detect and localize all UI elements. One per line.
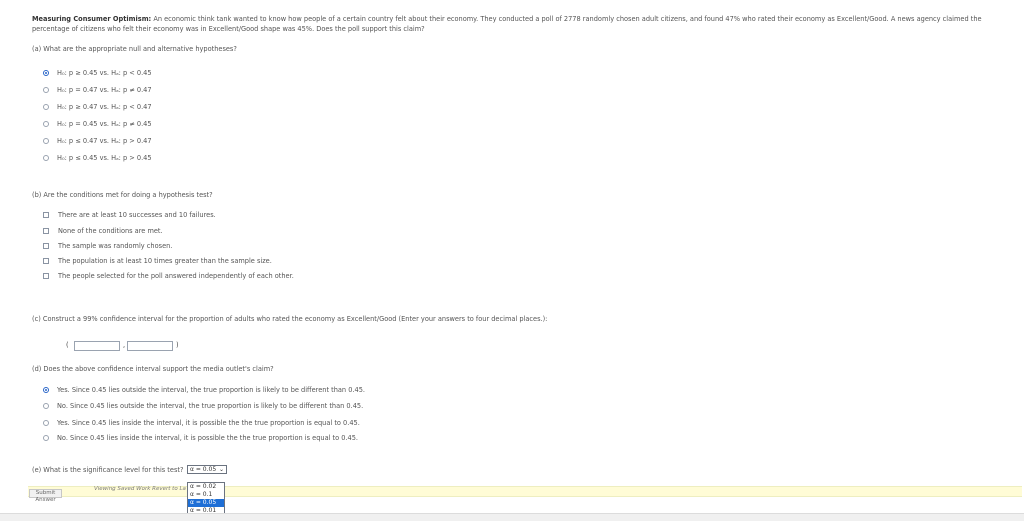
chevron-down-icon: ⌄	[218, 466, 224, 473]
radio-button[interactable]	[43, 138, 49, 144]
ci-comma: ,	[123, 341, 126, 349]
ci-open-paren: (	[66, 341, 69, 349]
option-d-3[interactable]: Yes. Since 0.45 lies inside the interval…	[43, 419, 360, 427]
dropdown-option[interactable]: α = 0.1	[188, 491, 224, 499]
radio-button[interactable]	[43, 155, 49, 161]
radio-button[interactable]	[43, 403, 49, 409]
radio-button[interactable]	[43, 435, 49, 441]
checkbox[interactable]	[43, 212, 49, 218]
option-label: There are at least 10 successes and 10 f…	[58, 211, 216, 219]
significance-selected-value: α = 0.05	[190, 466, 217, 473]
option-label: H₀: p = 0.47 vs. Hₐ: p ≠ 0.47	[57, 86, 152, 94]
checkbox[interactable]	[43, 228, 49, 234]
checkbox[interactable]	[43, 273, 49, 279]
radio-button[interactable]	[43, 87, 49, 93]
checkbox[interactable]	[43, 243, 49, 249]
significance-select[interactable]: α = 0.05 ⌄	[187, 465, 227, 474]
option-a-6[interactable]: H₀: p ≤ 0.45 vs. Hₐ: p > 0.45	[43, 154, 152, 162]
option-b-4[interactable]: The population is at least 10 times grea…	[43, 257, 272, 265]
option-label: The sample was randomly chosen.	[58, 242, 173, 250]
radio-button[interactable]	[43, 420, 49, 426]
question-a: (a) What are the appropriate null and al…	[32, 45, 237, 53]
radio-button[interactable]	[43, 387, 49, 393]
option-d-4[interactable]: No. Since 0.45 lies inside the interval,…	[43, 434, 358, 442]
radio-button[interactable]	[43, 70, 49, 76]
option-b-2[interactable]: None of the conditions are met.	[43, 227, 163, 235]
ci-upper-input[interactable]	[127, 341, 173, 351]
question-e: (e) What is the significance level for t…	[32, 466, 184, 474]
radio-button[interactable]	[43, 104, 49, 110]
option-d-1[interactable]: Yes. Since 0.45 lies outside the interva…	[43, 386, 365, 394]
option-label: The population is at least 10 times grea…	[58, 257, 272, 265]
option-label: H₀: p ≥ 0.45 vs. Hₐ: p < 0.45	[57, 69, 152, 77]
dropdown-option[interactable]: α = 0.05	[188, 499, 224, 507]
status-text: Viewing Saved Work Revert to La	[94, 486, 186, 492]
option-label: None of the conditions are met.	[58, 227, 163, 235]
checkbox[interactable]	[43, 258, 49, 264]
option-label: H₀: p ≤ 0.45 vs. Hₐ: p > 0.45	[57, 154, 152, 162]
question-d: (d) Does the above confidence interval s…	[32, 365, 274, 373]
problem-text: An economic think tank wanted to know ho…	[32, 15, 982, 33]
option-label: H₀: p ≥ 0.47 vs. Hₐ: p < 0.47	[57, 103, 152, 111]
option-a-3[interactable]: H₀: p ≥ 0.47 vs. Hₐ: p < 0.47	[43, 103, 152, 111]
option-label: H₀: p ≤ 0.47 vs. Hₐ: p > 0.47	[57, 137, 152, 145]
option-a-4[interactable]: H₀: p = 0.45 vs. Hₐ: p ≠ 0.45	[43, 120, 152, 128]
option-a-1[interactable]: H₀: p ≥ 0.45 vs. Hₐ: p < 0.45	[43, 69, 152, 77]
question-c: (c) Construct a 99% confidence interval …	[32, 315, 548, 323]
option-b-3[interactable]: The sample was randomly chosen.	[43, 242, 172, 250]
option-b-5[interactable]: The people selected for the poll answere…	[43, 272, 294, 280]
option-a-2[interactable]: H₀: p = 0.47 vs. Hₐ: p ≠ 0.47	[43, 86, 152, 94]
option-label: No. Since 0.45 lies inside the interval,…	[57, 434, 359, 442]
ci-lower-input[interactable]	[74, 341, 120, 351]
option-label: Yes. Since 0.45 lies outside the interva…	[57, 386, 365, 394]
option-d-2[interactable]: No. Since 0.45 lies outside the interval…	[43, 402, 363, 410]
ci-close-paren: )	[176, 341, 179, 349]
question-b: (b) Are the conditions met for doing a h…	[32, 191, 213, 199]
submit-answer-button[interactable]: Submit Answer	[29, 489, 62, 503]
radio-button[interactable]	[43, 121, 49, 127]
option-b-1[interactable]: There are at least 10 successes and 10 f…	[43, 211, 216, 219]
problem-statement: Measuring Consumer Optimism: An economic…	[32, 14, 1017, 34]
option-label: Yes. Since 0.45 lies inside the interval…	[57, 419, 360, 427]
dropdown-option[interactable]: α = 0.02	[188, 483, 224, 491]
option-label: The people selected for the poll answere…	[58, 272, 294, 280]
problem-title: Measuring Consumer Optimism:	[32, 15, 152, 23]
option-label: H₀: p = 0.45 vs. Hₐ: p ≠ 0.45	[57, 120, 152, 128]
significance-dropdown-list: α = 0.02 α = 0.1 α = 0.05 α = 0.01	[187, 482, 225, 516]
option-a-5[interactable]: H₀: p ≤ 0.47 vs. Hₐ: p > 0.47	[43, 137, 152, 145]
option-label: No. Since 0.45 lies outside the interval…	[57, 402, 364, 410]
